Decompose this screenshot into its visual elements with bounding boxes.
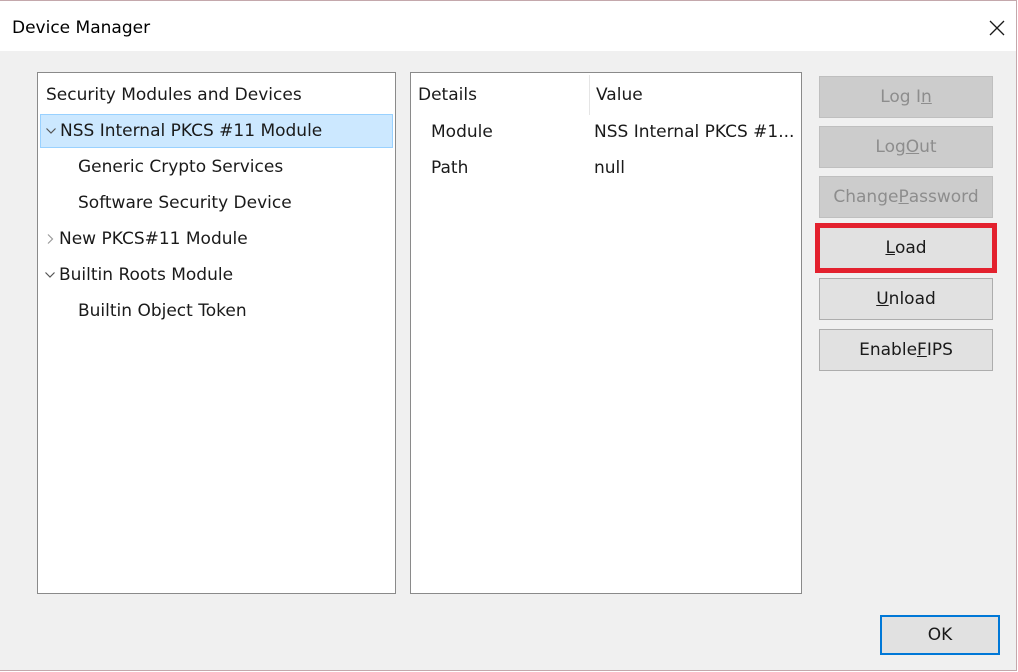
details-list[interactable]: Details Value Module NSS Internal PKCS #…	[410, 72, 802, 594]
button-label-post: IPS	[926, 340, 953, 360]
detail-value: NSS Internal PKCS #1...	[594, 122, 795, 142]
tree-item-label: Builtin Object Token	[78, 301, 247, 321]
access-key: n	[921, 87, 932, 107]
button-label-post: assword	[908, 187, 979, 207]
access-key: P	[898, 187, 909, 207]
tree-item-generic-crypto-services[interactable]: Generic Crypto Services	[78, 150, 283, 184]
access-key: U	[876, 289, 889, 309]
log-in-button[interactable]: Log In	[819, 76, 993, 118]
change-password-button[interactable]: Change Password	[819, 176, 993, 218]
detail-value: null	[594, 158, 625, 178]
tree-item-software-security-device[interactable]: Software Security Device	[78, 186, 292, 220]
tree-column-header[interactable]: Security Modules and Devices	[46, 85, 302, 105]
button-label-post: nload	[888, 289, 936, 309]
close-button[interactable]	[980, 11, 1014, 45]
unload-button[interactable]: Unload	[819, 278, 993, 320]
button-label-pre: Log I	[880, 87, 921, 107]
column-divider[interactable]	[589, 75, 590, 115]
tree-item-label: Software Security Device	[78, 193, 292, 213]
detail-name: Path	[431, 158, 469, 178]
tree-item-nss-internal-module[interactable]: NSS Internal PKCS #11 Module	[40, 114, 393, 148]
access-key: O	[905, 137, 920, 157]
chevron-right-icon[interactable]	[42, 231, 58, 247]
button-label-pre: Log	[875, 137, 906, 157]
close-icon	[989, 20, 1005, 36]
chevron-down-icon[interactable]	[42, 267, 58, 283]
tree-item-builtin-roots-module[interactable]: Builtin Roots Module	[42, 258, 233, 292]
button-label-pre: Enable	[859, 340, 918, 360]
tree-item-new-pkcs11-module[interactable]: New PKCS#11 Module	[42, 222, 248, 256]
details-column-header[interactable]: Details	[418, 85, 477, 105]
tree-item-label: Generic Crypto Services	[78, 157, 284, 177]
chevron-down-icon[interactable]	[43, 123, 59, 139]
title-bar: Device Manager	[0, 1, 1016, 51]
access-key: L	[885, 238, 895, 258]
ok-button[interactable]: OK	[880, 615, 1000, 655]
detail-name: Module	[431, 122, 493, 142]
enable-fips-button[interactable]: Enable F IPS	[819, 329, 993, 371]
button-label-post: oad	[894, 238, 927, 258]
button-label-post: ut	[919, 137, 937, 157]
tree-item-label: NSS Internal PKCS #11 Module	[60, 121, 323, 141]
tree-item-label: Builtin Roots Module	[59, 265, 234, 285]
value-column-header[interactable]: Value	[596, 85, 643, 105]
log-out-button[interactable]: Log Out	[819, 126, 993, 168]
access-key: F	[917, 340, 927, 360]
window-title: Device Manager	[12, 18, 151, 38]
button-label-pre: Change	[833, 187, 899, 207]
tree-item-label: New PKCS#11 Module	[59, 229, 248, 249]
security-modules-tree[interactable]: Security Modules and Devices NSS Interna…	[37, 72, 396, 594]
tree-item-builtin-object-token[interactable]: Builtin Object Token	[78, 294, 247, 328]
load-button[interactable]: Load	[815, 223, 997, 273]
device-manager-window: Device Manager Security Modules and Devi…	[0, 0, 1017, 671]
